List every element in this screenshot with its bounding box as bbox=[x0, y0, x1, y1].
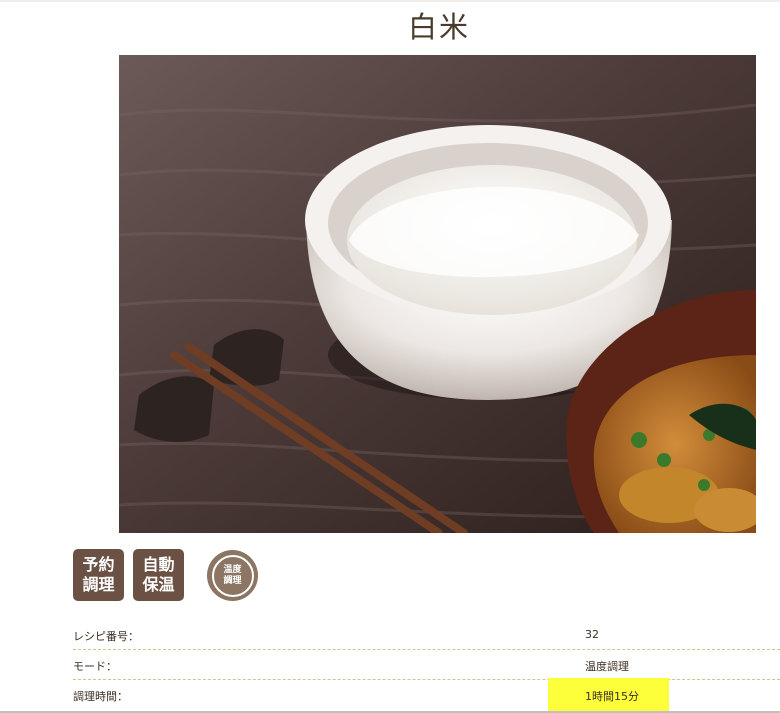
temperature-cooking-badge: 温度 調理 bbox=[207, 550, 258, 601]
cooking-time-row: 調理時間： 1時間15分 bbox=[73, 678, 780, 712]
cooking-time-value: 1時間15分 bbox=[585, 690, 639, 703]
badge-line2: 保温 bbox=[142, 575, 175, 594]
mode-label: モード： bbox=[73, 660, 117, 673]
recipe-photo bbox=[119, 55, 756, 533]
round-badge-line2: 調理 bbox=[223, 575, 242, 586]
round-badge-line1: 温度 bbox=[223, 564, 242, 575]
badge-line2: 調理 bbox=[82, 575, 115, 594]
rice-bowl-photo-icon bbox=[119, 55, 756, 533]
top-divider bbox=[0, 0, 780, 2]
badge-line1: 予約 bbox=[82, 555, 115, 574]
recipe-title: 白米 bbox=[407, 10, 470, 44]
recipe-details: レシピ番号： 32 モード： 温度調理 調理時間： 1時間15分 bbox=[73, 620, 780, 712]
recipe-number-label: レシピ番号： bbox=[73, 630, 139, 643]
badge-line1: 自動 bbox=[142, 555, 175, 574]
mode-value: 温度調理 bbox=[585, 660, 629, 673]
mode-row: モード： 温度調理 bbox=[73, 650, 780, 680]
auto-keep-warm-badge: 自動 保温 bbox=[133, 549, 184, 601]
cooking-time-label: 調理時間： bbox=[73, 690, 128, 703]
recipe-number-row: レシピ番号： 32 bbox=[73, 620, 780, 650]
recipe-page: 白米 予約 調理 自動 保温 温度 調理 レシピ番号： 32 モード： 温度調理… bbox=[0, 0, 780, 713]
reservation-badge: 予約 調理 bbox=[73, 549, 124, 601]
recipe-number-value: 32 bbox=[585, 628, 599, 641]
